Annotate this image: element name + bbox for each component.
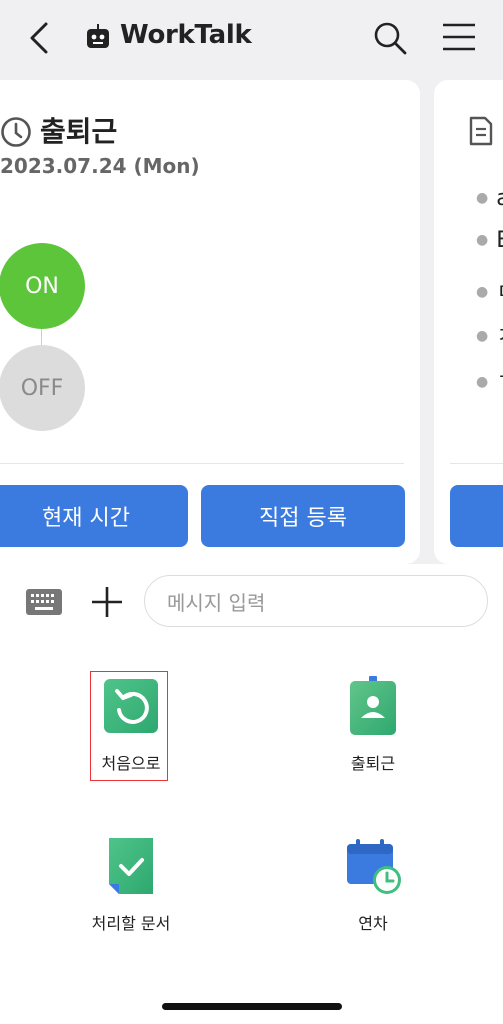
card-divider — [0, 463, 404, 464]
attendance-card: 출퇴근 2023.07.24 (Mon) ON OFF 현재 시간 직접 등록 — [0, 80, 420, 564]
action-label: 처리할 문서 — [91, 914, 171, 933]
list-item: ●E — [476, 228, 503, 253]
list-item: ●ㄱ — [476, 370, 503, 395]
calendar-clock-icon — [343, 836, 403, 896]
current-time-button[interactable]: 현재 시간 — [0, 485, 188, 547]
on-toggle-button[interactable]: ON — [0, 243, 85, 329]
second-card: ●a ●E ●ㄷ ●ㅈ ●ㄱ — [434, 80, 503, 564]
pending-documents-action[interactable]: 처리할 문서 — [66, 836, 196, 934]
selection-highlight — [90, 671, 168, 781]
list-item: ● a — [476, 186, 503, 211]
badge-icon — [343, 676, 403, 736]
keyboard-icon[interactable] — [26, 589, 62, 615]
annual-leave-action[interactable]: 연차 — [308, 836, 438, 934]
plus-icon[interactable] — [90, 585, 124, 619]
list-item: ●ㄷ — [476, 280, 503, 305]
action-label: 출퇴근 — [350, 754, 396, 773]
chevron-left-icon[interactable] — [26, 20, 56, 56]
card-date: 2023.07.24 (Mon) — [0, 154, 200, 178]
home-indicator — [162, 1003, 342, 1010]
card-title: 출퇴근 — [40, 115, 118, 148]
search-icon[interactable] — [372, 20, 408, 56]
clock-icon — [1, 117, 31, 147]
off-toggle-button[interactable]: OFF — [0, 345, 85, 431]
document-icon — [469, 116, 493, 146]
action-label: 연차 — [358, 914, 388, 933]
app-header: WorkTalk — [0, 0, 503, 76]
message-composer: 메시지 입력 — [0, 564, 503, 638]
quick-actions-panel: 처음으로 출퇴근 처리할 문서 연차 — [0, 638, 503, 1024]
list-item: ●ㅈ — [476, 324, 503, 349]
manual-register-button[interactable]: 직접 등록 — [201, 485, 405, 547]
message-input[interactable]: 메시지 입력 — [144, 575, 488, 627]
app-title: WorkTalk — [120, 20, 252, 50]
attendance-action[interactable]: 출퇴근 — [308, 676, 438, 774]
card-action-button[interactable] — [450, 485, 503, 547]
document-check-icon — [101, 836, 161, 896]
hamburger-menu-icon[interactable] — [442, 22, 476, 52]
card-divider — [450, 463, 503, 464]
card-carousel[interactable]: 출퇴근 2023.07.24 (Mon) ON OFF 현재 시간 직접 등록 … — [0, 80, 503, 564]
bot-icon — [87, 24, 109, 48]
